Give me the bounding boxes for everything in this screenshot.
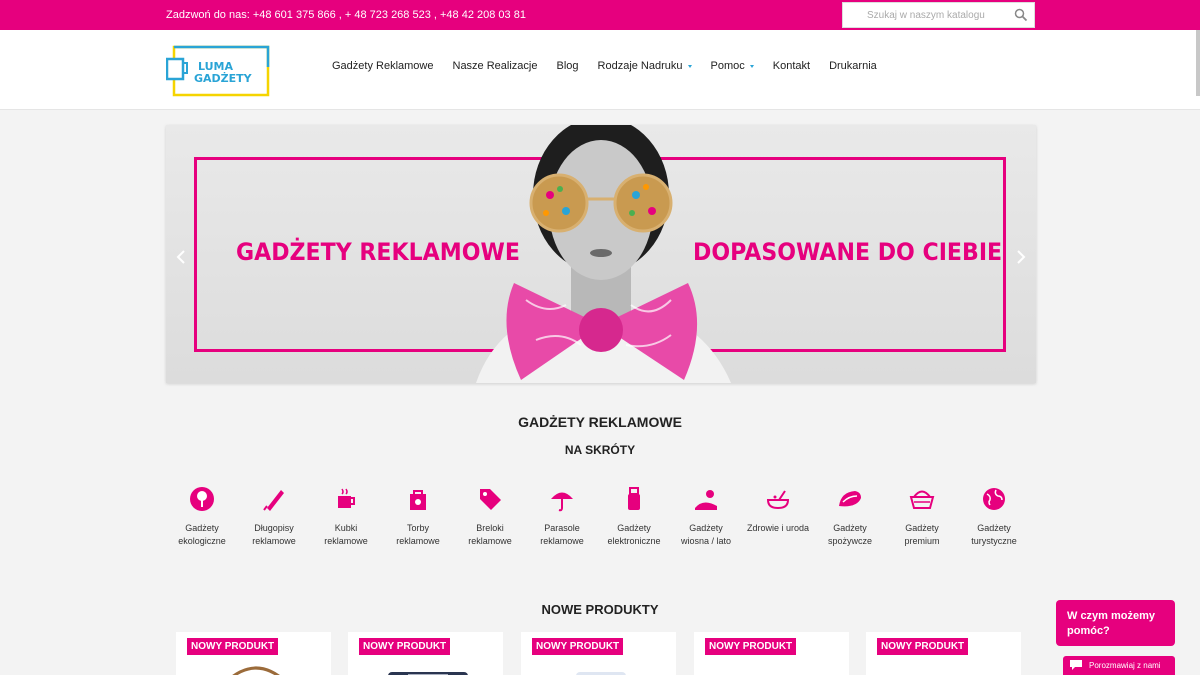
chat-icon [1070, 660, 1082, 670]
category-pens[interactable]: Długopisy reklamowe [238, 486, 310, 547]
category-label: reklamowe [396, 535, 440, 546]
category-label: reklamowe [252, 535, 296, 546]
logo-text-gadzety: GADŻETY [194, 71, 253, 85]
nav-kontakt[interactable]: Kontakt [773, 60, 810, 72]
nav-blog[interactable]: Blog [556, 60, 578, 72]
nav-drukarnia[interactable]: Drukarnia [829, 60, 877, 72]
product-card[interactable]: NOWY PRODUKT [521, 632, 676, 675]
banner-model-image [476, 125, 731, 383]
category-shortcuts: Gadżety ekologiczne Długopisy reklamowe Ku… [166, 486, 1036, 556]
category-label: turystyczne [971, 535, 1017, 546]
carousel-next-icon[interactable] [1016, 250, 1026, 264]
page-scrollbar[interactable] [1196, 30, 1200, 96]
lunchbox-image [576, 672, 626, 675]
category-keychains[interactable]: Breloki reklamowe [454, 486, 526, 547]
top-bar: Zadzwoń do nas: +48 601 375 866 , + 48 7… [0, 0, 1200, 30]
category-health-beauty[interactable]: Zdrowie i uroda [742, 486, 814, 535]
category-label: Kubki [334, 523, 358, 533]
bowl-icon [766, 490, 790, 510]
contact-phone-numbers: Zadzwoń do nas: +48 601 375 866 , + 48 7… [166, 9, 526, 21]
chat-prompt-bubble[interactable]: W czym możemy pomóc? [1056, 600, 1175, 646]
product-card[interactable]: NOWY PRODUKT [866, 632, 1021, 675]
section-title-gadzety: GADŻETY REKLAMOWE [518, 414, 682, 430]
category-label: Parasole [544, 523, 580, 533]
picnic-basket-image [232, 666, 280, 675]
category-spring-summer[interactable]: Gadżety wiosna / lato [670, 486, 742, 547]
category-label: reklamowe [540, 535, 584, 546]
food-icon [839, 491, 861, 507]
category-premium[interactable]: Gadżety premium [886, 486, 958, 547]
chat-open-button[interactable]: Porozmawiaj z nami [1063, 656, 1175, 675]
sun-icon [695, 490, 717, 510]
basket-icon [909, 490, 935, 509]
umbrella-icon [551, 492, 573, 512]
luma-gadzety-logo[interactable]: LUMA GADŻETY [166, 45, 270, 97]
site-header: LUMA GADŻETY Gadżety Reklamowe Nasze Rea… [0, 30, 1200, 110]
category-food[interactable]: Gadżety spożywcze [814, 486, 886, 547]
category-label: spożywcze [827, 535, 872, 546]
nav-pomoc[interactable]: Pomoc [711, 60, 754, 72]
category-label: Gadżety [833, 523, 867, 533]
category-bags[interactable]: Torby reklamowe [382, 486, 454, 547]
category-electronics[interactable]: Gadżety elektroniczne [598, 486, 670, 547]
category-travel[interactable]: Gadżety turystyczne [958, 486, 1030, 547]
section-subtitle-shortcuts: NA SKRÓTY [564, 443, 636, 457]
chevron-down-icon [687, 64, 692, 68]
carousel-prev-icon[interactable] [176, 250, 186, 264]
new-product-badge: NOWY PRODUKT [187, 638, 279, 655]
usb-icon [628, 487, 640, 510]
category-label: reklamowe [468, 535, 512, 546]
new-product-badge: NOWY PRODUKT [877, 638, 969, 655]
product-card[interactable]: NOWY PRODUKT [348, 632, 503, 675]
mug-icon [338, 488, 355, 508]
category-umbrellas[interactable]: Parasole reklamowe [526, 486, 598, 547]
hero-banner[interactable]: GADŻETY REKLAMOWE DOPASOWANE DO CIEBIE [166, 125, 1036, 383]
category-label: wiosna / lato [680, 535, 732, 546]
search-input[interactable] [843, 3, 1003, 27]
new-product-badge: NOWY PRODUKT [705, 638, 797, 655]
category-label: Gadżety [689, 523, 723, 533]
chevron-down-icon [749, 64, 754, 68]
category-label: Długopisy [254, 523, 294, 533]
nav-gadzety-reklamowe[interactable]: Gadżety Reklamowe [332, 60, 434, 72]
chat-button-label: Porozmawiaj z nami [1089, 661, 1161, 670]
category-label: Zdrowie i uroda [746, 523, 810, 533]
new-product-badge: NOWY PRODUKT [532, 638, 624, 655]
nav-rodzaje-nadruku[interactable]: Rodzaje Nadruku [598, 60, 692, 72]
tree-icon [190, 487, 214, 511]
category-label: reklamowe [324, 535, 368, 546]
category-eco[interactable]: Gadżety ekologiczne [166, 486, 238, 547]
pen-icon [263, 490, 284, 511]
category-label: premium [904, 535, 940, 546]
search-box[interactable] [842, 2, 1035, 28]
product-card[interactable]: NOWY PRODUKT [694, 632, 849, 675]
main-nav: Gadżety Reklamowe Nasze Realizacje Blog … [332, 60, 896, 72]
search-icon[interactable] [1014, 8, 1028, 22]
category-label: ekologiczne [178, 535, 226, 546]
nav-nasze-realizacje[interactable]: Nasze Realizacje [453, 60, 538, 72]
category-label: Breloki [476, 523, 504, 533]
tag-icon [480, 489, 501, 510]
category-label: Gadżety [905, 523, 939, 533]
cooler-bag-image [388, 672, 468, 675]
category-label: Gadżety [977, 523, 1011, 533]
product-card[interactable]: NOWY PRODUKT [176, 632, 331, 675]
bag-icon [410, 490, 426, 510]
section-title-new-products: NOWE PRODUKTY [541, 602, 659, 617]
category-label: elektroniczne [607, 535, 661, 546]
globe-icon [983, 488, 1005, 510]
category-mugs[interactable]: Kubki reklamowe [310, 486, 382, 547]
new-product-badge: NOWY PRODUKT [359, 638, 451, 655]
category-label: Gadżety [185, 523, 219, 533]
category-label: Gadżety [617, 523, 651, 533]
category-label: Torby [406, 523, 429, 533]
